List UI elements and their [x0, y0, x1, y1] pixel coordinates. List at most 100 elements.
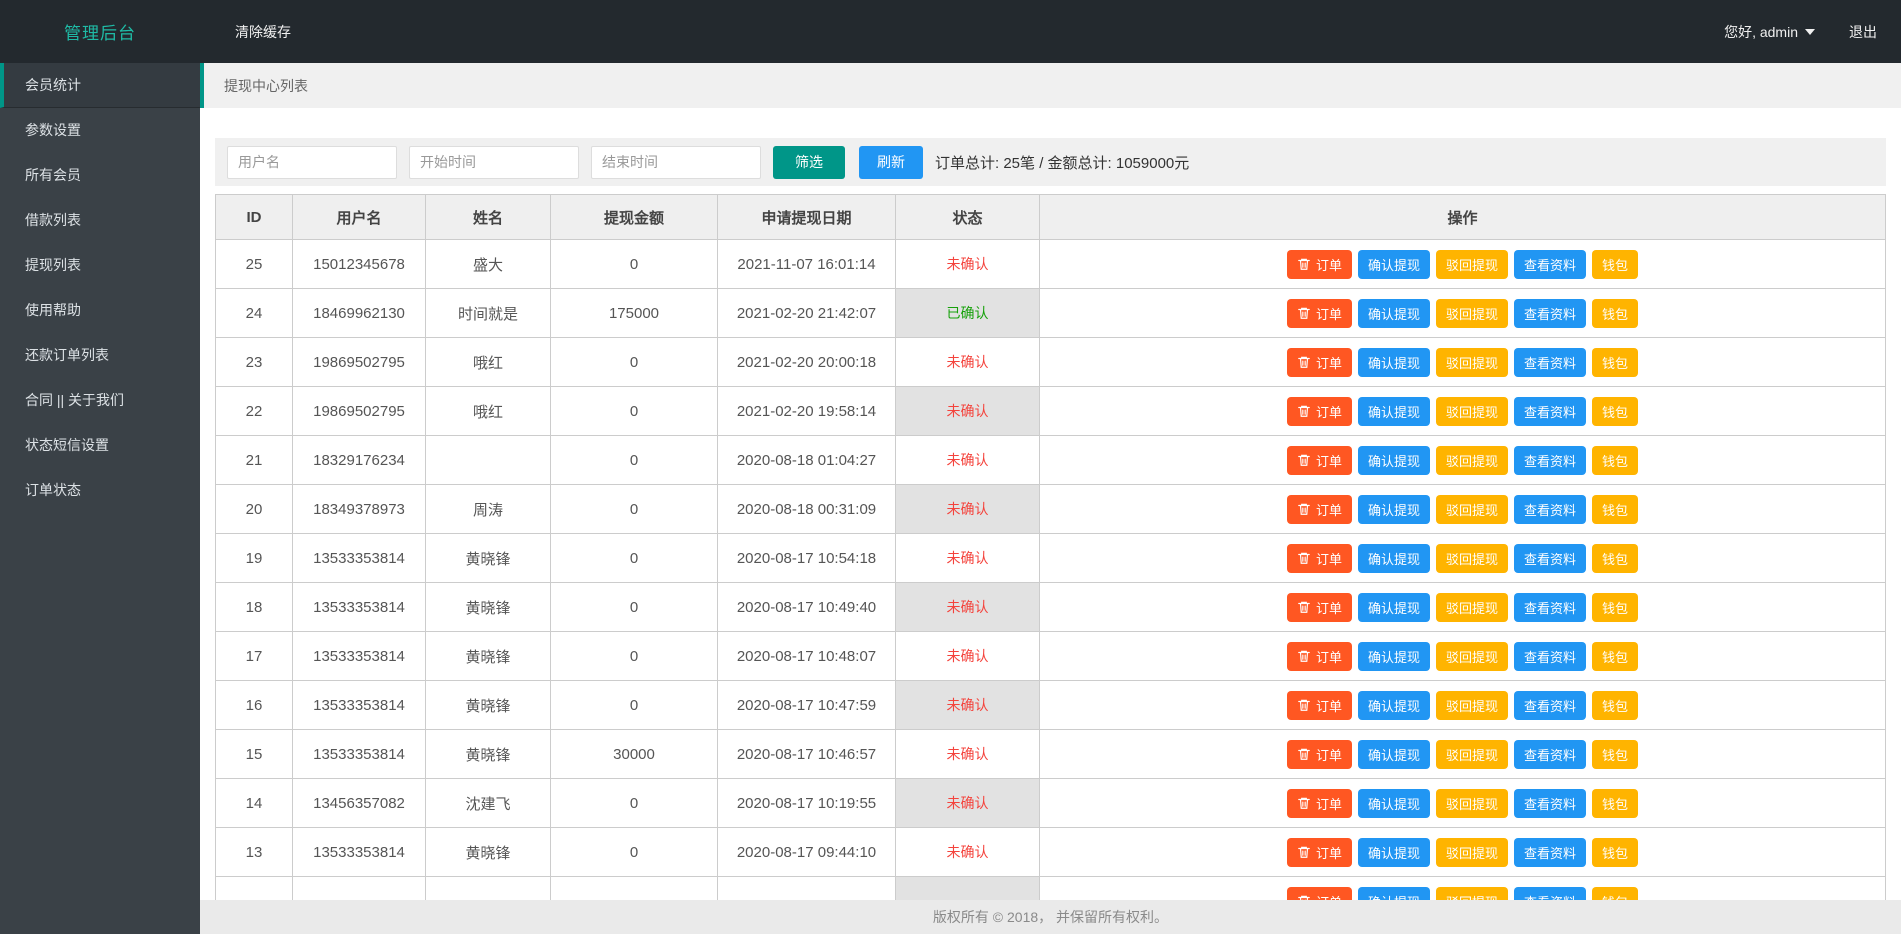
reject-withdraw-button[interactable]: 驳回提现: [1436, 348, 1508, 377]
confirm-withdraw-button[interactable]: 确认提现: [1358, 740, 1430, 769]
reject-withdraw-button[interactable]: 驳回提现: [1436, 544, 1508, 573]
date-cell: 2020-08-17 10:19:55: [718, 779, 896, 828]
reject-withdraw-button[interactable]: 驳回提现: [1436, 250, 1508, 279]
actions-cell: 订单确认提现驳回提现查看资料钱包: [1040, 485, 1886, 534]
sidebar-item-withdraw-list[interactable]: 提现列表: [0, 243, 200, 288]
wallet-button[interactable]: 钱包: [1592, 838, 1638, 867]
reject-withdraw-button[interactable]: 驳回提现: [1436, 299, 1508, 328]
sidebar-item-contract-about[interactable]: 合同 || 关于我们: [0, 378, 200, 423]
button-label: 驳回提现: [1446, 402, 1498, 421]
view-profile-button[interactable]: 查看资料: [1514, 593, 1586, 622]
sidebar-item-member-stats[interactable]: 会员统计: [0, 63, 200, 108]
confirm-withdraw-button[interactable]: 确认提现: [1358, 348, 1430, 377]
sidebar-item-help[interactable]: 使用帮助: [0, 288, 200, 333]
view-profile-button[interactable]: 查看资料: [1514, 250, 1586, 279]
confirm-withdraw-button[interactable]: 确认提现: [1358, 642, 1430, 671]
sidebar-item-repay-orders[interactable]: 还款订单列表: [0, 333, 200, 378]
view-profile-button[interactable]: 查看资料: [1514, 495, 1586, 524]
button-label: 订单: [1316, 451, 1342, 470]
user-dropdown[interactable]: 您好, admin: [1724, 22, 1815, 42]
order-button[interactable]: 订单: [1287, 299, 1352, 328]
view-profile-button[interactable]: 查看资料: [1514, 691, 1586, 720]
reject-withdraw-button[interactable]: 驳回提现: [1436, 642, 1508, 671]
confirm-withdraw-button[interactable]: 确认提现: [1358, 446, 1430, 475]
confirm-withdraw-button[interactable]: 确认提现: [1358, 544, 1430, 573]
start-time-input[interactable]: [409, 146, 579, 179]
table-row: 1313533353814黄晓锋02020-08-17 09:44:10未确认订…: [216, 828, 1886, 877]
order-button[interactable]: 订单: [1287, 544, 1352, 573]
order-button[interactable]: 订单: [1287, 642, 1352, 671]
confirm-withdraw-button[interactable]: 确认提现: [1358, 691, 1430, 720]
view-profile-button[interactable]: 查看资料: [1514, 838, 1586, 867]
reject-withdraw-button[interactable]: 驳回提现: [1436, 446, 1508, 475]
view-profile-button[interactable]: 查看资料: [1514, 446, 1586, 475]
order-button[interactable]: 订单: [1287, 691, 1352, 720]
name-cell: 盛大: [426, 240, 551, 289]
filter-button[interactable]: 筛选: [773, 146, 845, 179]
button-label: 查看资料: [1524, 304, 1576, 323]
wallet-button[interactable]: 钱包: [1592, 348, 1638, 377]
username-input[interactable]: [227, 146, 397, 179]
reject-withdraw-button[interactable]: 驳回提现: [1436, 838, 1508, 867]
wallet-button[interactable]: 钱包: [1592, 250, 1638, 279]
order-button[interactable]: 订单: [1287, 348, 1352, 377]
sidebar-item-loan-list[interactable]: 借款列表: [0, 198, 200, 243]
sidebar-item-sms-settings[interactable]: 状态短信设置: [0, 423, 200, 468]
button-label: 驳回提现: [1446, 843, 1498, 862]
confirm-withdraw-button[interactable]: 确认提现: [1358, 250, 1430, 279]
order-button[interactable]: 订单: [1287, 250, 1352, 279]
button-label: 驳回提现: [1446, 647, 1498, 666]
confirm-withdraw-button[interactable]: 确认提现: [1358, 789, 1430, 818]
username-cell: 13533353814: [293, 730, 426, 779]
refresh-button[interactable]: 刷新: [859, 146, 923, 179]
sidebar-item-order-status[interactable]: 订单状态: [0, 468, 200, 513]
wallet-button[interactable]: 钱包: [1592, 299, 1638, 328]
wallet-button[interactable]: 钱包: [1592, 789, 1638, 818]
confirm-withdraw-button[interactable]: 确认提现: [1358, 495, 1430, 524]
sidebar-item-param-settings[interactable]: 参数设置: [0, 108, 200, 153]
order-button[interactable]: 订单: [1287, 593, 1352, 622]
order-button[interactable]: 订单: [1287, 838, 1352, 867]
order-button[interactable]: 订单: [1287, 446, 1352, 475]
logout-link[interactable]: 退出: [1849, 22, 1877, 42]
clear-cache-link[interactable]: 清除缓存: [215, 0, 311, 63]
wallet-button[interactable]: 钱包: [1592, 593, 1638, 622]
date-cell: 2020-08-17 10:48:07: [718, 632, 896, 681]
view-profile-button[interactable]: 查看资料: [1514, 642, 1586, 671]
order-button[interactable]: 订单: [1287, 789, 1352, 818]
end-time-input[interactable]: [591, 146, 761, 179]
wallet-button[interactable]: 钱包: [1592, 495, 1638, 524]
trash-icon: [1297, 355, 1311, 369]
order-button[interactable]: 订单: [1287, 495, 1352, 524]
actions-cell: 订单确认提现驳回提现查看资料钱包: [1040, 828, 1886, 877]
order-button[interactable]: 订单: [1287, 397, 1352, 426]
view-profile-button[interactable]: 查看资料: [1514, 740, 1586, 769]
name-cell: 哦红: [426, 338, 551, 387]
view-profile-button[interactable]: 查看资料: [1514, 299, 1586, 328]
reject-withdraw-button[interactable]: 驳回提现: [1436, 691, 1508, 720]
reject-withdraw-button[interactable]: 驳回提现: [1436, 593, 1508, 622]
confirm-withdraw-button[interactable]: 确认提现: [1358, 838, 1430, 867]
wallet-button[interactable]: 钱包: [1592, 691, 1638, 720]
reject-withdraw-button[interactable]: 驳回提现: [1436, 495, 1508, 524]
amount-cell: 0: [551, 681, 718, 730]
wallet-button[interactable]: 钱包: [1592, 544, 1638, 573]
view-profile-button[interactable]: 查看资料: [1514, 789, 1586, 818]
wallet-button[interactable]: 钱包: [1592, 397, 1638, 426]
sidebar-item-all-members[interactable]: 所有会员: [0, 153, 200, 198]
reject-withdraw-button[interactable]: 驳回提现: [1436, 789, 1508, 818]
view-profile-button[interactable]: 查看资料: [1514, 348, 1586, 377]
order-button[interactable]: 订单: [1287, 740, 1352, 769]
reject-withdraw-button[interactable]: 驳回提现: [1436, 740, 1508, 769]
confirm-withdraw-button[interactable]: 确认提现: [1358, 593, 1430, 622]
view-profile-button[interactable]: 查看资料: [1514, 397, 1586, 426]
reject-withdraw-button[interactable]: 驳回提现: [1436, 397, 1508, 426]
button-label: 确认提现: [1368, 598, 1420, 617]
username-cell: 13533353814: [293, 583, 426, 632]
wallet-button[interactable]: 钱包: [1592, 642, 1638, 671]
wallet-button[interactable]: 钱包: [1592, 740, 1638, 769]
confirm-withdraw-button[interactable]: 确认提现: [1358, 299, 1430, 328]
view-profile-button[interactable]: 查看资料: [1514, 544, 1586, 573]
wallet-button[interactable]: 钱包: [1592, 446, 1638, 475]
confirm-withdraw-button[interactable]: 确认提现: [1358, 397, 1430, 426]
